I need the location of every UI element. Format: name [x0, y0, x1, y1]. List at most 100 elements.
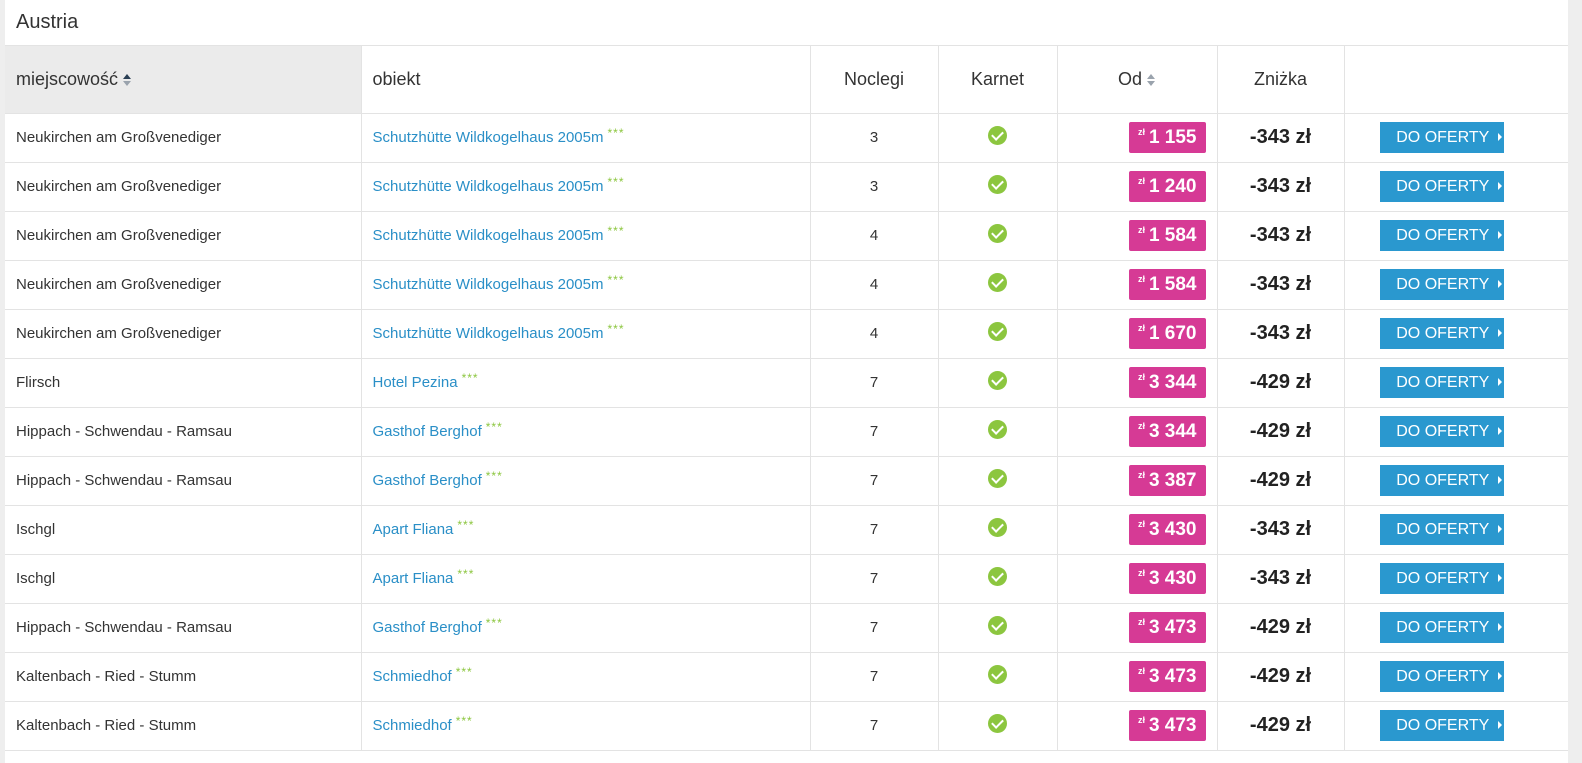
column-header-action: [1344, 46, 1568, 114]
currency-symbol: zł: [1137, 225, 1145, 235]
check-icon: [988, 322, 1007, 341]
offer-button[interactable]: DO OFERTY: [1380, 220, 1505, 251]
offer-button[interactable]: DO OFERTY: [1380, 416, 1505, 447]
check-icon: [988, 126, 1007, 145]
action-cell: DO OFERTY: [1344, 554, 1568, 604]
offer-button[interactable]: DO OFERTY: [1380, 563, 1505, 594]
hotel-link[interactable]: Schutzhütte Wildkogelhaus 2005m: [373, 129, 604, 146]
column-header-discount: Zniżka: [1217, 46, 1345, 114]
nights-cell: 7: [810, 603, 939, 653]
caret-right-icon: [1498, 524, 1503, 533]
currency-symbol: zł: [1137, 470, 1145, 480]
price-value: 3 473: [1148, 715, 1197, 736]
hotel-link[interactable]: Apart Fliana: [373, 570, 454, 587]
hotel-link[interactable]: Schutzhütte Wildkogelhaus 2005m: [373, 227, 604, 244]
offer-button[interactable]: DO OFERTY: [1380, 269, 1505, 300]
offer-button[interactable]: DO OFERTY: [1380, 612, 1505, 643]
nights-cell: 7: [810, 358, 939, 408]
action-cell: DO OFERTY: [1344, 505, 1568, 555]
currency-symbol: zł: [1137, 274, 1145, 284]
offer-button[interactable]: DO OFERTY: [1380, 514, 1505, 545]
hotel-link[interactable]: Schmiedhof: [373, 717, 452, 734]
hotel-link[interactable]: Gasthof Berghof: [373, 423, 482, 440]
column-header-price[interactable]: Od: [1057, 46, 1218, 114]
offer-button[interactable]: DO OFERTY: [1380, 367, 1505, 398]
offer-button-label: DO OFERTY: [1396, 521, 1490, 538]
caret-right-icon: [1498, 328, 1503, 337]
sort-icon[interactable]: [1146, 72, 1156, 88]
pass-cell: [938, 652, 1058, 702]
offer-button[interactable]: DO OFERTY: [1380, 710, 1505, 741]
offer-button[interactable]: DO OFERTY: [1380, 171, 1505, 202]
offer-button[interactable]: DO OFERTY: [1380, 661, 1505, 692]
price-cell: zł 3 430: [1057, 554, 1218, 604]
pass-cell: [938, 407, 1058, 457]
town-cell: Hippach - Schwendau - Ramsau: [5, 603, 362, 653]
check-icon: [988, 175, 1007, 194]
check-icon: [988, 567, 1007, 586]
check-icon: [988, 273, 1007, 292]
check-icon: [988, 714, 1007, 733]
hotel-cell: Gasthof Berghof ***: [361, 407, 811, 457]
action-cell: DO OFERTY: [1344, 652, 1568, 702]
hotel-cell: Schutzhütte Wildkogelhaus 2005m ***: [361, 162, 811, 212]
hotel-link[interactable]: Schutzhütte Wildkogelhaus 2005m: [373, 276, 604, 293]
town-name: Hippach - Schwendau - Ramsau: [16, 423, 232, 440]
nights-value: 7: [869, 472, 879, 489]
table-row: Neukirchen am Großvenediger Schutzhütte …: [5, 211, 1568, 261]
hotel-link[interactable]: Apart Fliana: [373, 521, 454, 538]
nights-cell: 7: [810, 505, 939, 555]
offer-button[interactable]: DO OFERTY: [1380, 465, 1505, 496]
pass-cell: [938, 113, 1058, 163]
price-cell: zł 1 155: [1057, 113, 1218, 163]
price-value: 3 473: [1148, 666, 1197, 687]
pass-cell: [938, 603, 1058, 653]
discount-value: -343 zł: [1249, 126, 1312, 148]
hotel-cell: Schutzhütte Wildkogelhaus 2005m ***: [361, 309, 811, 359]
hotel-cell: Schutzhütte Wildkogelhaus 2005m ***: [361, 211, 811, 261]
hotel-link[interactable]: Schutzhütte Wildkogelhaus 2005m: [373, 178, 604, 195]
column-header-town[interactable]: miejscowość: [5, 46, 362, 114]
town-cell: Hippach - Schwendau - Ramsau: [5, 407, 362, 457]
town-name: Ischgl: [16, 521, 56, 538]
check-icon: [988, 518, 1007, 537]
hotel-link[interactable]: Schmiedhof: [373, 668, 452, 685]
price-cell: zł 3 430: [1057, 505, 1218, 555]
town-cell: Kaltenbach - Ried - Stumm: [5, 652, 362, 702]
action-cell: DO OFERTY: [1344, 309, 1568, 359]
action-cell: DO OFERTY: [1344, 162, 1568, 212]
discount-cell: -343 zł: [1217, 113, 1345, 163]
caret-right-icon: [1498, 132, 1503, 141]
town-cell: Ischgl: [5, 554, 362, 604]
discount-value: -429 zł: [1249, 616, 1312, 638]
price-cell: zł 1 584: [1057, 260, 1218, 310]
hotel-link[interactable]: Gasthof Berghof: [373, 619, 482, 636]
table-row: Ischgl Apart Fliana *** 7 zł 3 430 -343 zł…: [5, 505, 1568, 555]
sort-icon[interactable]: [122, 72, 132, 88]
offer-button[interactable]: DO OFERTY: [1380, 318, 1505, 349]
currency-symbol: zł: [1137, 323, 1145, 333]
offer-button-label: DO OFERTY: [1396, 276, 1490, 293]
price-value: 3 344: [1148, 421, 1197, 442]
hotel-link[interactable]: Gasthof Berghof: [373, 472, 482, 489]
action-cell: DO OFERTY: [1344, 603, 1568, 653]
currency-symbol: zł: [1137, 617, 1145, 627]
stars-icon: ***: [455, 714, 473, 728]
town-name: Kaltenbach - Ried - Stumm: [16, 668, 197, 685]
town-cell: Neukirchen am Großvenediger: [5, 211, 362, 261]
hotel-link[interactable]: Schutzhütte Wildkogelhaus 2005m: [373, 325, 604, 342]
price-value: 3 344: [1148, 372, 1197, 393]
offer-button[interactable]: DO OFERTY: [1380, 122, 1505, 153]
nights-value: 7: [869, 374, 879, 391]
town-name: Flirsch: [16, 374, 61, 391]
stars-icon: ***: [461, 371, 479, 385]
town-name: Neukirchen am Großvenediger: [16, 276, 222, 293]
hotel-link[interactable]: Hotel Pezina: [373, 374, 458, 391]
discount-value: -343 zł: [1249, 567, 1312, 589]
price-badge: zł 3 344: [1128, 367, 1206, 398]
price-value: 1 240: [1148, 176, 1197, 197]
stars-icon: ***: [457, 567, 475, 581]
currency-symbol: zł: [1137, 176, 1145, 186]
town-cell: Neukirchen am Großvenediger: [5, 162, 362, 212]
offer-button-label: DO OFERTY: [1396, 619, 1490, 636]
